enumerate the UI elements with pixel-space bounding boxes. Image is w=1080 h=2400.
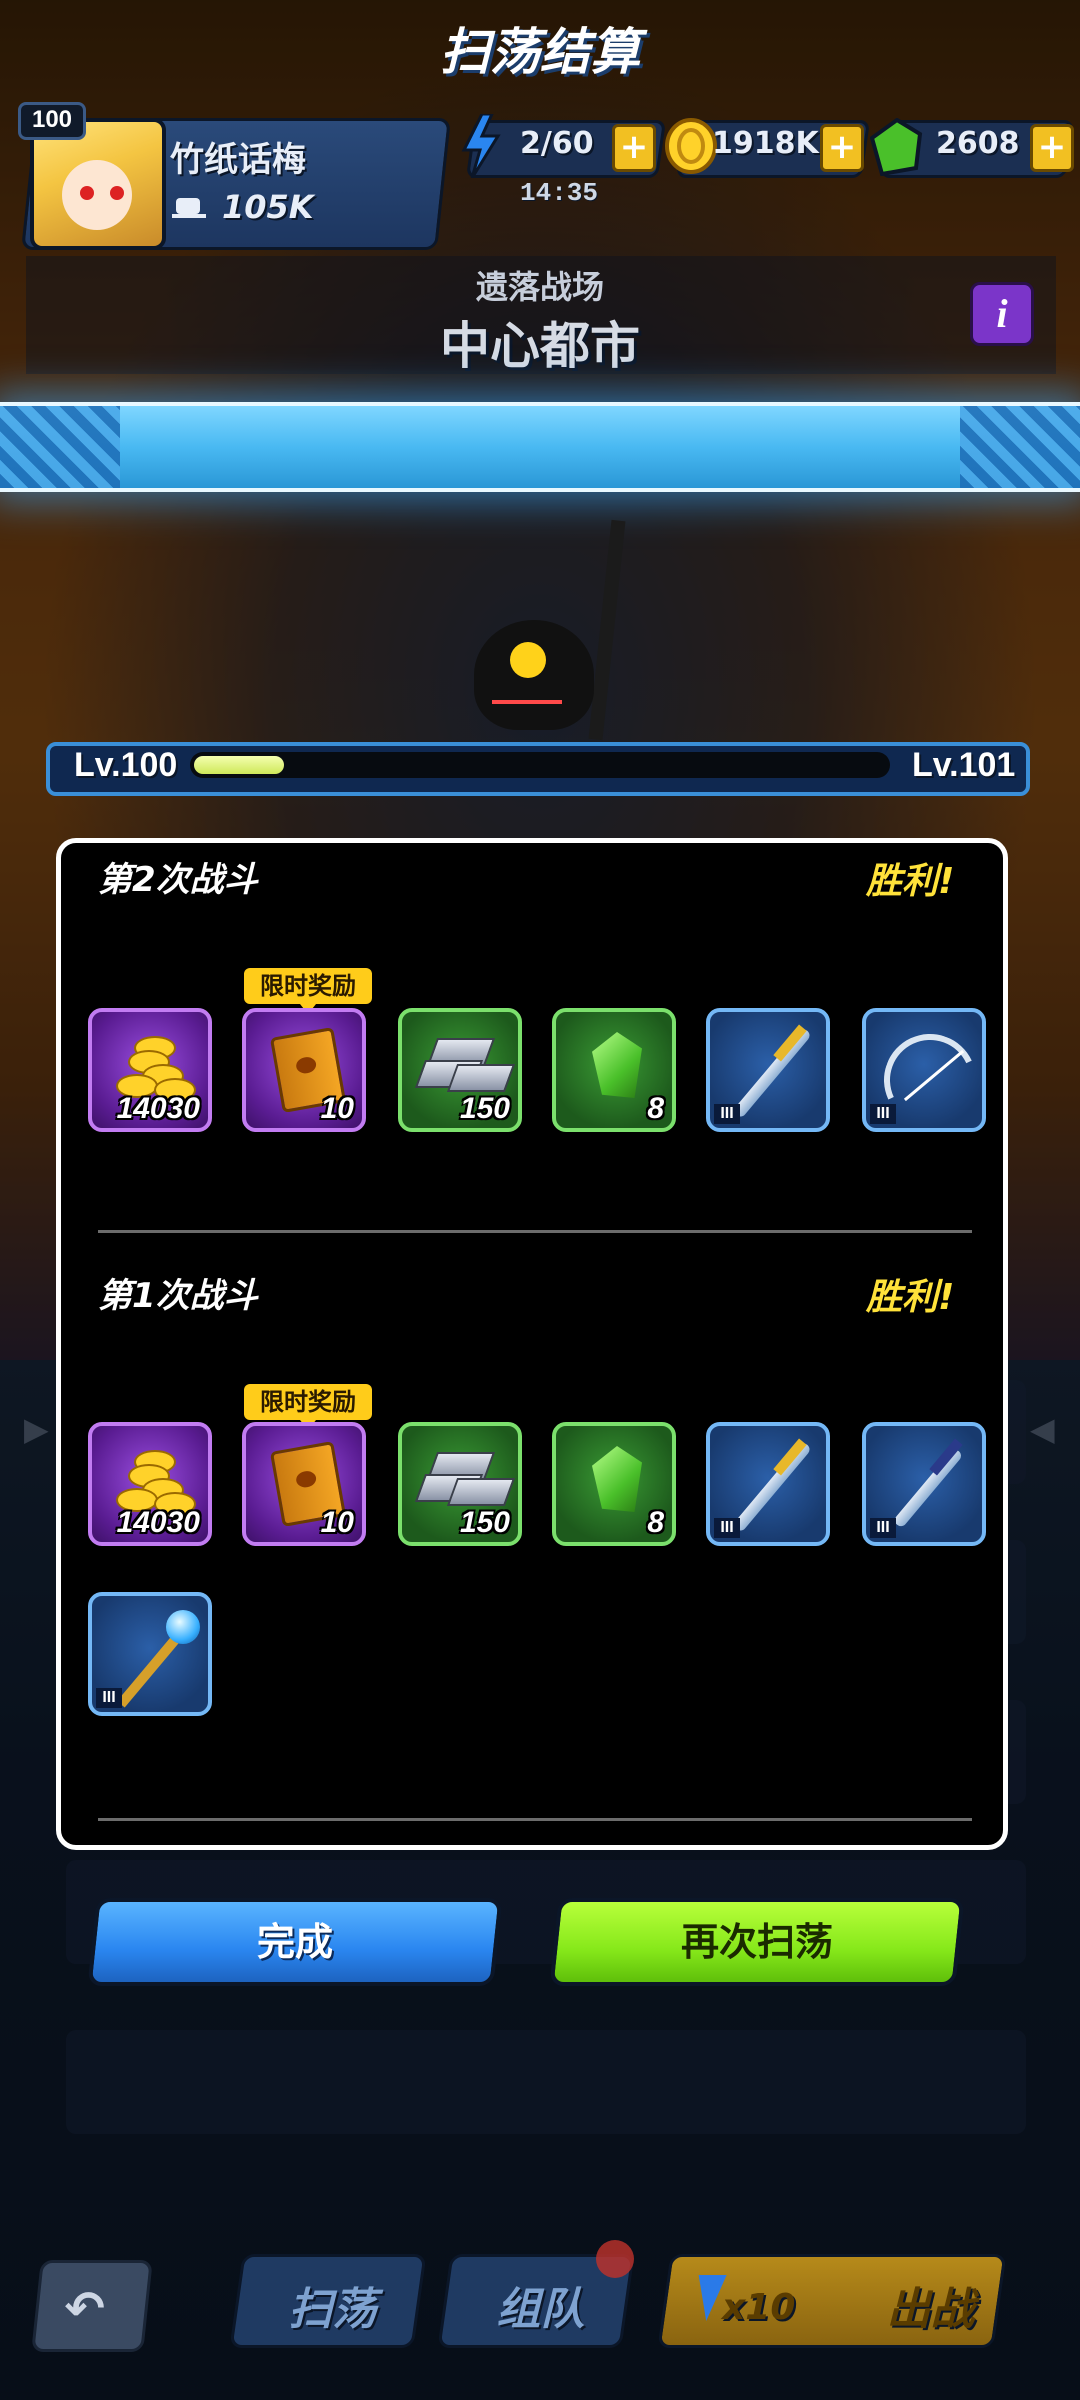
reward-sword[interactable]: III bbox=[706, 1008, 830, 1132]
location-title: 中心都市 bbox=[440, 317, 640, 375]
result-banner bbox=[0, 402, 1080, 492]
fist-icon bbox=[172, 198, 206, 218]
avatar-eye bbox=[110, 186, 124, 200]
reward-green-gem[interactable]: 8 bbox=[552, 1422, 676, 1546]
reward-iron-ingot[interactable]: 150 bbox=[398, 1422, 522, 1546]
banner-pattern bbox=[0, 406, 120, 488]
sweep-again-button-label: 再次扫荡 bbox=[680, 1920, 833, 1964]
banner-title: 扫荡结算 bbox=[440, 23, 640, 81]
next-level: Lv.101 bbox=[912, 746, 1016, 784]
reward-quantity: 10 bbox=[320, 1092, 354, 1125]
player-name: 竹纸话梅 bbox=[170, 140, 306, 180]
reward-staff[interactable]: III bbox=[88, 1592, 212, 1716]
energy-multiplier: x10 bbox=[722, 2287, 796, 2328]
banner-pattern bbox=[960, 406, 1080, 488]
ingot-icon bbox=[446, 1478, 516, 1506]
reward-quantity: 8 bbox=[647, 1092, 664, 1125]
energy-timer: 14:35 bbox=[520, 178, 599, 208]
location-subtitle: 遗落战场 bbox=[475, 268, 604, 306]
reward-dagger[interactable]: III bbox=[862, 1422, 986, 1546]
reward-quantity: 8 bbox=[647, 1506, 664, 1539]
reward-sword[interactable]: III bbox=[706, 1422, 830, 1546]
reward-gold-coins[interactable]: 14030 bbox=[88, 1422, 212, 1546]
fight-button-label: 出战 bbox=[886, 2284, 975, 2335]
reward-quantity: 14030 bbox=[116, 1092, 200, 1125]
tier-badge: III bbox=[714, 1518, 740, 1538]
gem-icon bbox=[592, 1032, 642, 1098]
energy-plus-button[interactable]: + bbox=[612, 124, 656, 172]
back-button[interactable]: ↶ bbox=[31, 2260, 153, 2352]
gem-value: 2608 bbox=[936, 126, 1020, 161]
team-tab-label: 组队 bbox=[496, 2284, 585, 2335]
ingot-icon bbox=[446, 1064, 516, 1092]
done-button-label: 完成 bbox=[256, 1920, 333, 1964]
reward-skill-book[interactable]: 10 bbox=[242, 1008, 366, 1132]
reward-iron-ingot[interactable]: 150 bbox=[398, 1008, 522, 1132]
coins-icon bbox=[114, 1442, 196, 1516]
reward-gold-coins[interactable]: 14030 bbox=[88, 1008, 212, 1132]
limited-reward-tag: 限时奖励 bbox=[244, 1384, 372, 1430]
done-button[interactable]: 完成 bbox=[87, 1898, 503, 1986]
tier-badge: III bbox=[714, 1104, 740, 1124]
lightning-icon bbox=[461, 114, 501, 178]
reward-crossbow[interactable]: III bbox=[862, 1008, 986, 1132]
energy-value: 2/60 bbox=[520, 126, 594, 161]
fight-button[interactable]: x10 出战 bbox=[657, 2254, 1007, 2348]
xp-fill bbox=[194, 756, 284, 774]
reward-quantity: 14030 bbox=[116, 1506, 200, 1539]
tier-badge: III bbox=[870, 1518, 896, 1538]
info-button[interactable]: i bbox=[970, 282, 1034, 346]
reward-green-gem[interactable]: 8 bbox=[552, 1008, 676, 1132]
sweep-again-button[interactable]: 再次扫荡 bbox=[549, 1898, 965, 1986]
green-gem-icon bbox=[870, 118, 923, 176]
monster-mouth bbox=[492, 680, 562, 704]
dagger-icon bbox=[892, 1447, 964, 1529]
reward-skill-book[interactable]: 10 bbox=[242, 1422, 366, 1546]
player-level-badge: 100 bbox=[18, 102, 86, 140]
coins-icon bbox=[114, 1028, 196, 1102]
limited-reward-tag: 限时奖励 bbox=[244, 968, 372, 1014]
battle-divider bbox=[98, 1230, 972, 1233]
battle-title: 第2次战斗 bbox=[98, 860, 258, 900]
tier-badge: III bbox=[96, 1688, 122, 1708]
back-arrow-icon: ↶ bbox=[64, 2281, 105, 2337]
sword-icon bbox=[732, 1441, 812, 1533]
reward-quantity: 150 bbox=[459, 1506, 510, 1539]
battle-title: 第1次战斗 bbox=[98, 1276, 258, 1316]
gold-value: 1918K bbox=[712, 126, 819, 161]
victory-label: 胜利! bbox=[866, 1277, 955, 1318]
gold-coin-icon bbox=[665, 118, 717, 174]
monster-eye bbox=[510, 642, 546, 678]
gem-plus-button[interactable]: + bbox=[1030, 124, 1074, 172]
current-level: Lv.100 bbox=[74, 746, 178, 784]
tier-badge: III bbox=[870, 1104, 896, 1124]
staff-orb bbox=[166, 1610, 200, 1644]
avatar-eye bbox=[80, 186, 94, 200]
player-power: 105K bbox=[222, 188, 314, 226]
xp-track bbox=[190, 752, 890, 778]
sweep-tab-button[interactable]: 扫荡 bbox=[229, 2254, 427, 2348]
gold-plus-button[interactable]: + bbox=[820, 124, 864, 172]
notification-badge-icon bbox=[596, 2240, 634, 2278]
sweep-tab-label: 扫荡 bbox=[288, 2284, 377, 2335]
battle-divider bbox=[98, 1818, 972, 1821]
reward-quantity: 10 bbox=[320, 1506, 354, 1539]
gem-icon bbox=[592, 1446, 642, 1512]
victory-label: 胜利! bbox=[866, 861, 955, 902]
reward-quantity: 150 bbox=[459, 1092, 510, 1125]
sword-icon bbox=[732, 1027, 812, 1119]
